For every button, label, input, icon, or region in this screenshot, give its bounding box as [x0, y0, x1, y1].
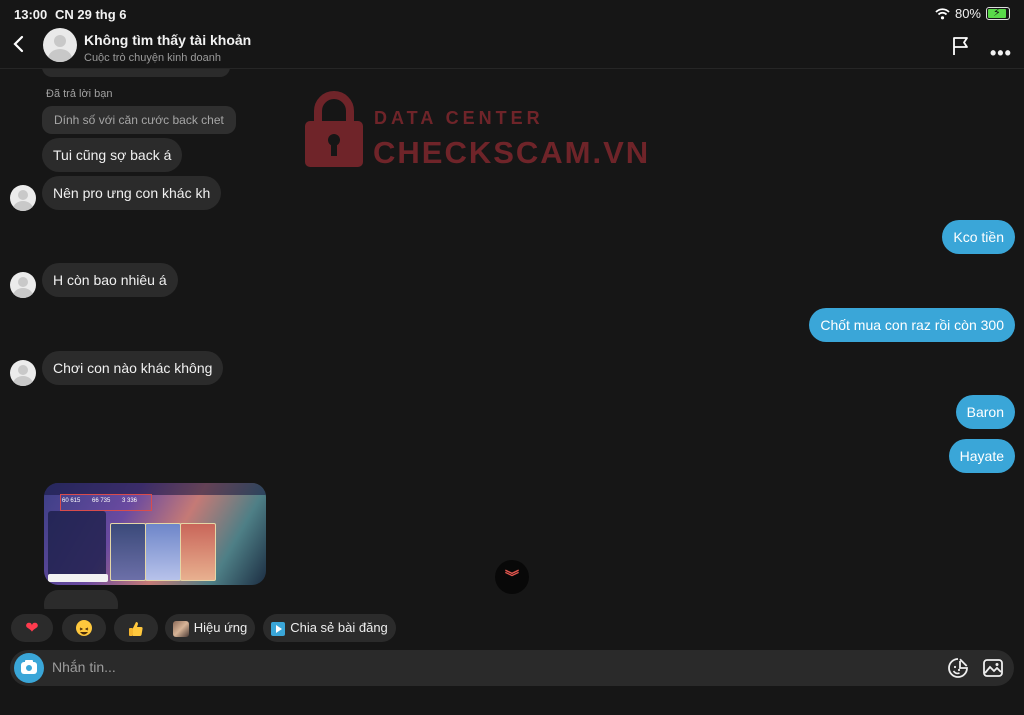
share-post-button[interactable]: Chia sẻ bài đăng: [263, 614, 396, 642]
more-icon[interactable]: •••: [990, 43, 1012, 64]
image-message[interactable]: 60 615 66 735 3 336: [44, 483, 266, 585]
media-stat: 3 336: [122, 498, 138, 504]
thumbs-up-reaction-button[interactable]: [114, 614, 158, 642]
outgoing-message[interactable]: Baron: [955, 395, 1015, 429]
heart-icon: ❤: [25, 619, 39, 637]
effects-thumbnail-icon: [172, 620, 189, 637]
message-input[interactable]: Nhắn tin...: [52, 659, 116, 675]
laughing-face-icon: [76, 619, 92, 636]
outgoing-message[interactable]: Chốt mua con raz rồi còn 300: [809, 308, 1015, 342]
message-composer: Nhắn tin...: [10, 650, 1014, 686]
outgoing-message[interactable]: Kco tiền: [942, 220, 1015, 254]
incoming-message[interactable]: Chơi con nào khác không: [42, 351, 224, 385]
message-list[interactable]: Đã trả lời bạn Dính số với căn cước back…: [0, 69, 1024, 609]
chat-type-label: Cuộc trò chuyện kinh doanh: [84, 52, 221, 64]
incoming-message[interactable]: Tui cũng sợ back á: [42, 138, 183, 172]
play-icon: [271, 621, 286, 636]
contact-avatar[interactable]: [43, 28, 77, 62]
reply-label: Đã trả lời bạn: [46, 88, 113, 100]
media-stat: 66 735: [92, 498, 111, 504]
media-stat: 60 615: [62, 498, 81, 504]
effects-label: Hiệu ứng: [193, 620, 248, 635]
gallery-icon[interactable]: [982, 657, 1004, 679]
wifi-icon: [935, 7, 950, 19]
effects-button[interactable]: Hiệu ứng: [165, 614, 255, 642]
back-icon[interactable]: [10, 34, 30, 54]
status-right: 80% ⚡: [935, 6, 1010, 21]
partial-message-bubble: [42, 69, 230, 77]
media-profile-panel: [48, 511, 106, 577]
outgoing-message[interactable]: Hayate: [948, 439, 1015, 473]
scroll-down-button[interactable]: ︾: [495, 560, 529, 594]
partial-message-bubble: [44, 590, 118, 609]
sticker-icon[interactable]: [947, 657, 969, 679]
quoted-message[interactable]: Dính số với căn cước back chet: [42, 106, 236, 134]
status-date: CN 29 thg 6: [55, 7, 127, 22]
battery-percent: 80%: [954, 6, 981, 21]
status-time: 13:00: [14, 7, 48, 22]
sender-avatar[interactable]: [10, 272, 36, 298]
share-post-label: Chia sẻ bài đăng: [290, 620, 388, 635]
laugh-reaction-button[interactable]: [62, 614, 106, 642]
heart-reaction-button[interactable]: ❤: [11, 614, 53, 642]
incoming-message[interactable]: Nên pro ưng con khác kh: [42, 176, 222, 210]
quick-reply-bar: ❤ Hiệu ứng Chia sẻ bài đăng: [0, 614, 1024, 644]
incoming-message[interactable]: H còn bao nhiêu á: [42, 263, 178, 297]
media-hero-card: [110, 523, 146, 581]
media-footnote: [48, 574, 108, 582]
contact-name[interactable]: Không tìm thấy tài khoản: [84, 32, 251, 48]
media-hero-card: [145, 523, 181, 581]
chat-header: Không tìm thấy tài khoản Cuộc trò chuyện…: [0, 24, 1024, 69]
media-hero-card: [180, 523, 216, 581]
chevron-double-down-icon: ︾: [505, 569, 519, 585]
flag-icon[interactable]: [951, 36, 971, 56]
battery-charging-icon: ⚡: [986, 7, 1010, 20]
thumbs-up-icon: [129, 621, 143, 636]
camera-icon: [25, 664, 33, 672]
sender-avatar[interactable]: [10, 185, 36, 211]
sender-avatar[interactable]: [10, 360, 36, 386]
camera-button[interactable]: [14, 653, 44, 683]
